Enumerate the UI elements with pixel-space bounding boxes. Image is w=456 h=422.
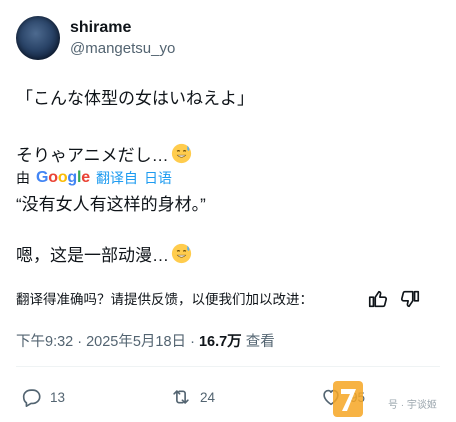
- author-names: shirame @mangetsu_yo: [70, 18, 175, 59]
- post-timestamp[interactable]: 下午9:32 · 2025年5月18日 ·: [16, 334, 199, 350]
- post-text-line-2: そりゃアニメだし…: [16, 143, 192, 170]
- views-count: 16.7万: [198, 334, 242, 350]
- source-language-link[interactable]: 日语: [144, 169, 172, 187]
- display-name[interactable]: shirame: [70, 18, 175, 38]
- translation-line-1: “没有女人有这样的身材。”: [16, 195, 206, 214]
- translated-by: 由 Google 翻译自 日语: [16, 169, 172, 187]
- thumbs-down-icon[interactable]: [399, 288, 421, 310]
- divider: [16, 366, 440, 367]
- translated-from-link[interactable]: 翻译自: [96, 169, 138, 187]
- reply-icon: [22, 389, 41, 407]
- thumbs-up-icon[interactable]: [367, 288, 389, 310]
- retweet-button[interactable]: 24: [170, 386, 215, 408]
- post-text-line-2-content: そりゃアニメだし…: [16, 146, 169, 165]
- translated-by-prefix: 由: [16, 170, 30, 186]
- retweet-icon: [173, 390, 189, 404]
- google-logo: Google: [36, 169, 90, 186]
- translation-line-2-content: 嗯，这是一部动漫…: [16, 246, 169, 265]
- avatar[interactable]: [16, 16, 60, 60]
- sweat-smile-emoji-icon: [171, 143, 192, 170]
- reply-button[interactable]: 13: [20, 386, 65, 408]
- user-handle[interactable]: @mangetsu_yo: [70, 39, 175, 59]
- sweat-smile-emoji-icon: [171, 243, 192, 270]
- post-header: shirame @mangetsu_yo: [16, 16, 175, 60]
- watermark-logo-icon: [333, 381, 363, 417]
- views-label: 查看: [241, 334, 275, 350]
- post-meta: 下午9:32 · 2025年5月18日 · 16.7万 查看: [16, 333, 275, 351]
- action-bar: 13 24 95: [16, 386, 440, 410]
- translation-line-2: 嗯，这是一部动漫…: [16, 243, 192, 270]
- watermark-text: 号 · 宇谈姬: [388, 400, 437, 411]
- retweet-count: 24: [200, 389, 216, 405]
- translation-feedback-question: 翻译得准确吗？请提供反馈，以便我们加以改进：: [16, 292, 313, 307]
- post-text-line-1: 「こんな体型の女はいねえよ」: [16, 89, 254, 108]
- reply-count: 13: [50, 389, 66, 405]
